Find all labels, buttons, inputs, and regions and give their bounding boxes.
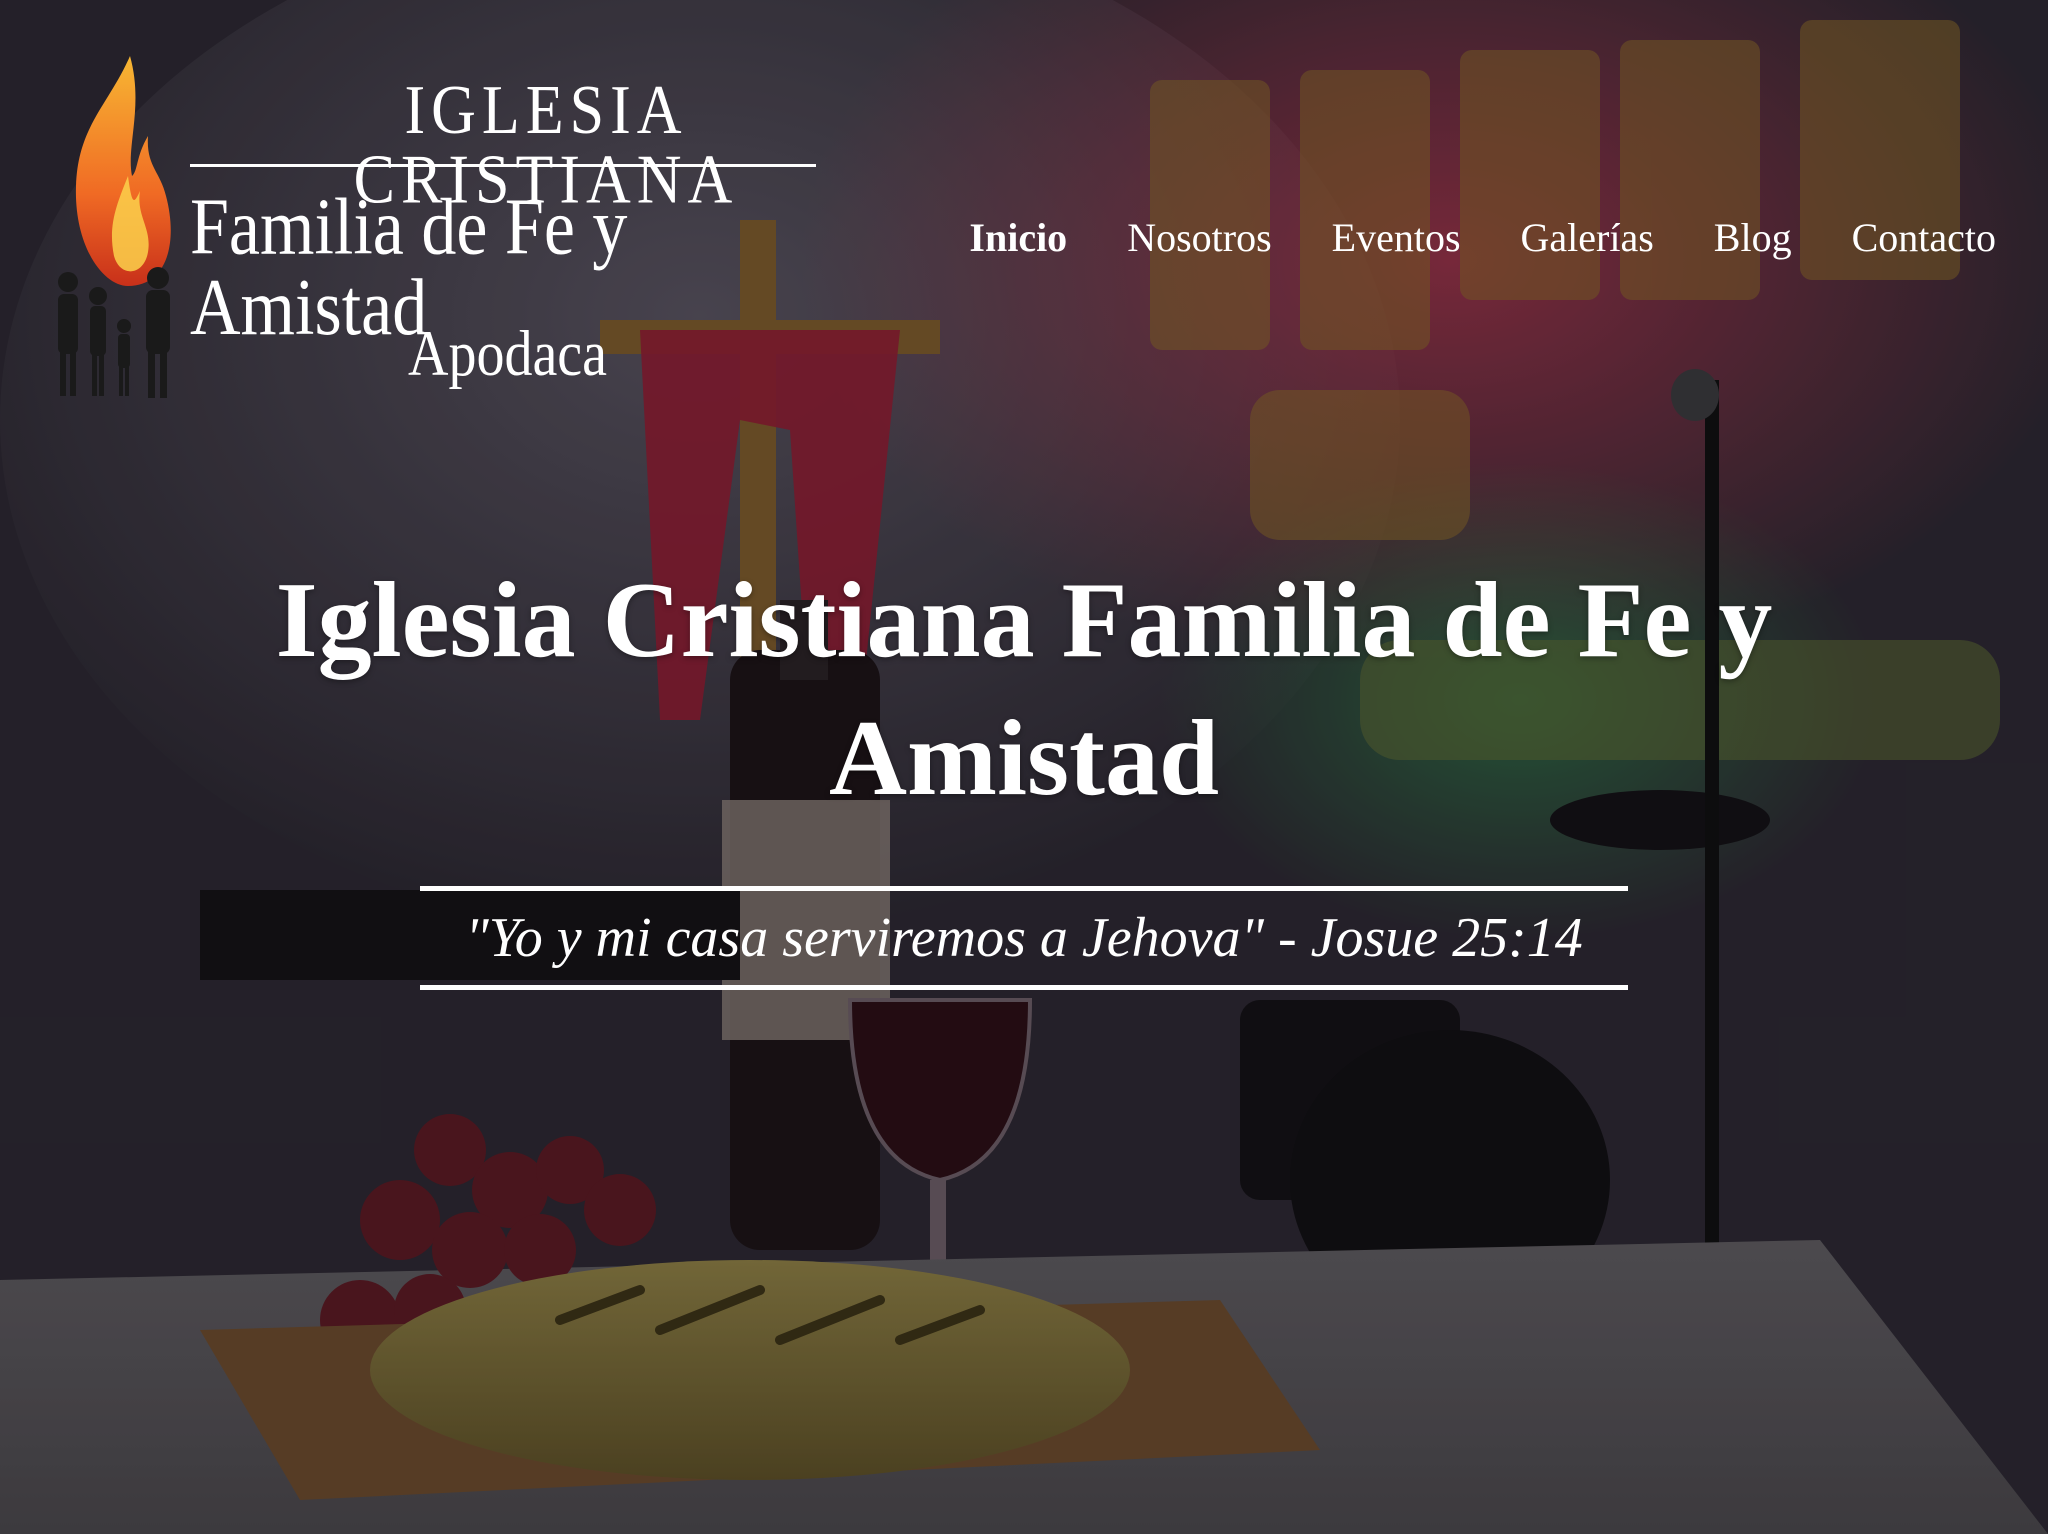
logo-location: Apodaca <box>408 318 608 390</box>
hero-section: IGLESIA CRISTIANA Familia de Fe y Amista… <box>0 0 2048 1534</box>
hero-title: Iglesia Cristiana Familia de Fe y Amista… <box>124 552 1924 828</box>
nav-item-inicio[interactable]: Inicio <box>969 214 1067 261</box>
logo-divider <box>190 164 816 167</box>
nav-item-eventos[interactable]: Eventos <box>1332 214 1461 261</box>
nav-item-nosotros[interactable]: Nosotros <box>1127 214 1271 261</box>
hero-title-line1: Iglesia Cristiana Familia de Fe y <box>275 561 1773 680</box>
flame-family-icon <box>58 56 171 398</box>
main-nav: Inicio Nosotros Eventos Galerías Blog Co… <box>969 214 1996 261</box>
nav-item-galerias[interactable]: Galerías <box>1521 214 1654 261</box>
nav-item-contacto[interactable]: Contacto <box>1852 214 1996 261</box>
site-logo[interactable]: IGLESIA CRISTIANA Familia de Fe y Amista… <box>48 56 838 406</box>
bible-verse: "Yo y mi casa serviremos a Jehova" - Jos… <box>465 907 1583 969</box>
hero-title-line2: Amistad <box>828 699 1220 818</box>
nav-item-blog[interactable]: Blog <box>1714 214 1792 261</box>
verse-banner: "Yo y mi casa serviremos a Jehova" - Jos… <box>420 886 1628 990</box>
